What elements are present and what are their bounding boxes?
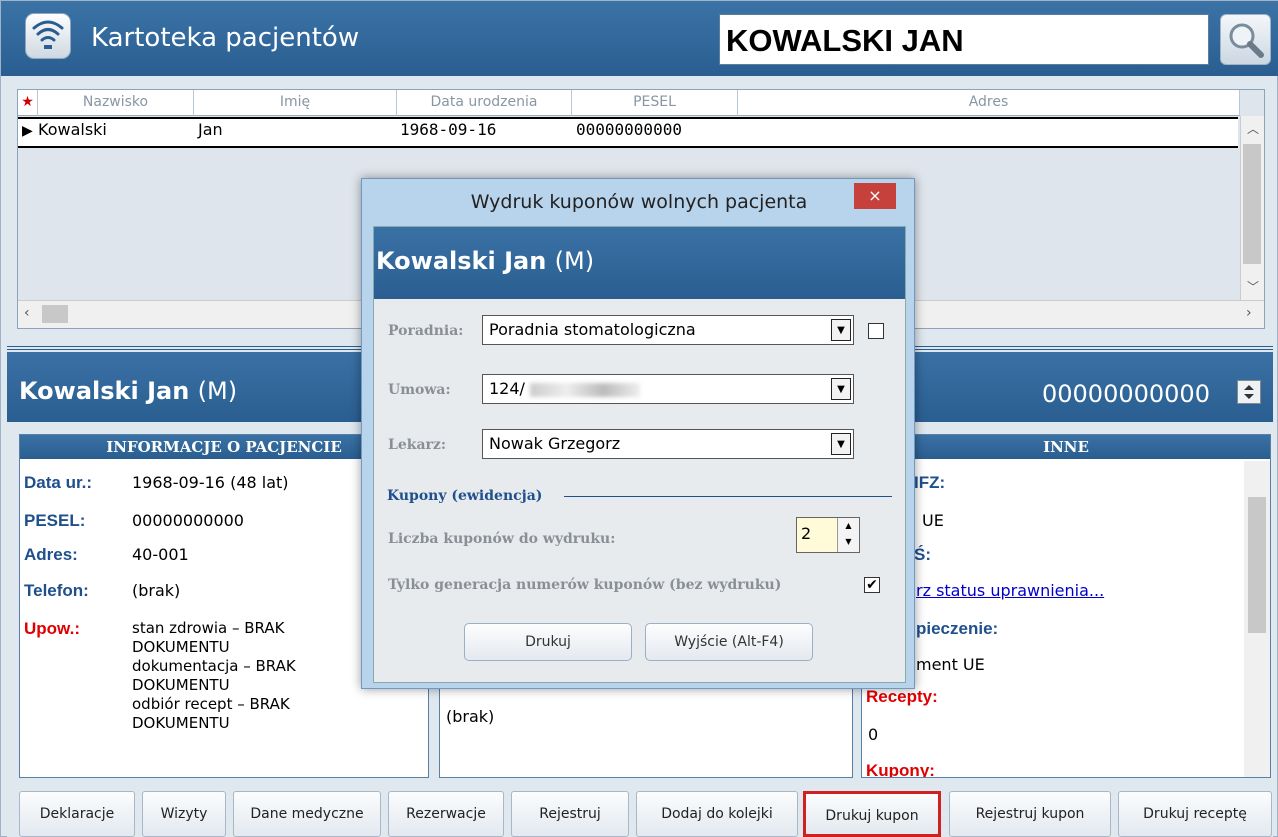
- pesel-toggle-icon[interactable]: [1237, 380, 1261, 404]
- register-button[interactable]: Rejestruj: [511, 791, 629, 837]
- nfz-value: UE: [922, 511, 944, 530]
- other-panel: INNE IFZ: UE Ś: rz status uprawnienia...…: [861, 434, 1271, 778]
- dialog-title: Wydruk kuponów wolnych pacjenta: [470, 191, 808, 213]
- print-prescription-button[interactable]: Drukuj receptę: [1118, 791, 1272, 837]
- stepper-arrows-icon[interactable]: ▲ ▼: [837, 518, 859, 552]
- cell-imie: Jan: [198, 120, 223, 139]
- phone-value: (brak): [132, 581, 181, 600]
- clinic-checkbox[interactable]: [868, 323, 884, 339]
- app-title: Kartoteka pacjentów: [91, 23, 360, 53]
- declarations-button[interactable]: Deklaracje: [19, 791, 135, 837]
- insurance-label: pieczenie:: [916, 619, 999, 638]
- status-link[interactable]: rz status uprawnienia...: [916, 581, 1104, 600]
- address-label: Adres:: [24, 545, 78, 564]
- contract-select[interactable]: 124/ ▼: [482, 374, 854, 404]
- cell-nazwisko: Kowalski: [38, 120, 107, 139]
- panel-header: INNE: [862, 435, 1270, 459]
- chevron-down-icon[interactable]: ▼: [831, 319, 851, 341]
- dialog-body: Kowalski Jan (M) Poradnia: Poradnia stom…: [373, 226, 906, 683]
- table-row[interactable]: ▶ Kowalski Jan 1968-09-16 00000000000: [18, 117, 1238, 148]
- column-header-nazwisko[interactable]: Nazwisko: [38, 90, 194, 116]
- nfz-label: IFZ:: [914, 473, 946, 492]
- column-header-imie[interactable]: Imię: [194, 90, 397, 116]
- wifi-logo-icon: [25, 13, 71, 59]
- search-input[interactable]: KOWALSKI JAN: [719, 14, 1209, 65]
- phone-label: Telefon:: [24, 581, 89, 600]
- dialog-patient-name: Kowalski Jan (M): [376, 247, 595, 275]
- coupons-section-label: Kupony (ewidencja): [387, 488, 543, 504]
- chevron-down-icon[interactable]: ▼: [831, 378, 851, 400]
- cell-data: 1968-09-16: [400, 120, 497, 139]
- row-marker-header: ★: [18, 90, 38, 116]
- contract-label: Umowa:: [388, 382, 451, 398]
- coupon-count-label: Liczba kuponów do wydruku:: [388, 531, 616, 547]
- insurance-value: ment UE: [916, 655, 985, 674]
- visits-button[interactable]: Wizyty: [142, 791, 226, 837]
- scroll-right-icon[interactable]: ›: [1246, 305, 1252, 321]
- coupons-label: Kupony:: [866, 761, 935, 778]
- column-header-pesel[interactable]: PESEL: [572, 90, 738, 116]
- coupon-print-dialog: Wydruk kuponów wolnych pacjenta × Kowals…: [361, 178, 915, 689]
- prescriptions-label: Recepty:: [866, 687, 938, 706]
- generate-only-checkbox[interactable]: ✔: [864, 577, 880, 593]
- pesel-label: PESEL:: [24, 511, 86, 530]
- reservations-button[interactable]: Rezerwacje: [388, 791, 504, 837]
- address-value: 40-001: [132, 545, 189, 564]
- cell-pesel: 00000000000: [576, 120, 682, 139]
- authorization-value: stan zdrowia – BRAK DOKUMENTU dokumentacj…: [132, 619, 296, 732]
- scroll-thumb[interactable]: [1243, 144, 1261, 264]
- vertical-scrollbar[interactable]: ︿ ﹀: [1240, 116, 1264, 300]
- patient-pesel: 00000000000: [1042, 380, 1210, 408]
- blurred-contract-number: [530, 382, 641, 397]
- exit-button[interactable]: Wyjście (Alt-F4): [645, 623, 813, 661]
- generate-only-label: Tylko generacja numerów kuponów (bez wyd…: [388, 577, 782, 593]
- scroll-down-icon[interactable]: ﹀: [1247, 278, 1259, 295]
- authorization-label: Upow.:: [24, 619, 81, 638]
- section-divider: [564, 496, 892, 497]
- close-icon[interactable]: ×: [854, 183, 896, 209]
- doctor-label: Lekarz:: [388, 437, 447, 453]
- search-icon[interactable]: [1220, 14, 1271, 65]
- pesel-value: 00000000000: [132, 511, 244, 530]
- print-button[interactable]: Drukuj: [464, 623, 632, 661]
- scroll-left-icon[interactable]: ‹: [24, 305, 30, 321]
- birthdate-label: Data ur.:: [24, 473, 93, 492]
- column-header-data[interactable]: Data urodzenia: [397, 90, 572, 116]
- middle-value: (brak): [446, 707, 495, 726]
- vertical-scrollbar[interactable]: [1244, 461, 1270, 777]
- register-coupon-button[interactable]: Rejestruj kupon: [949, 791, 1111, 837]
- column-header-adres[interactable]: Adres: [738, 90, 1240, 116]
- chevron-down-icon[interactable]: ▼: [831, 433, 851, 455]
- print-coupon-button[interactable]: Drukuj kupon: [803, 791, 941, 837]
- scroll-up-icon[interactable]: ︿: [1247, 120, 1259, 137]
- main-window: Kartoteka pacjentów KOWALSKI JAN ★ Nazwi…: [0, 0, 1278, 837]
- add-to-queue-button[interactable]: Dodaj do kolejki: [636, 791, 798, 837]
- patient-name: Kowalski Jan (M): [19, 377, 238, 405]
- status-label: Ś:: [914, 545, 931, 564]
- doctor-select[interactable]: Nowak Grzegorz ▼: [482, 429, 854, 459]
- birthdate-value: 1968-09-16 (48 lat): [132, 473, 289, 492]
- clinic-select[interactable]: Poradnia stomatologiczna ▼: [482, 315, 854, 345]
- dialog-header: Kowalski Jan (M): [374, 227, 905, 299]
- coupon-count-stepper[interactable]: 2 ▲ ▼: [796, 517, 860, 553]
- hscroll-thumb[interactable]: [42, 305, 68, 323]
- title-bar: Kartoteka pacjentów KOWALSKI JAN: [1, 1, 1278, 76]
- scroll-thumb[interactable]: [1248, 497, 1266, 633]
- row-pointer-icon: ▶: [22, 123, 33, 139]
- clinic-label: Poradnia:: [388, 323, 464, 339]
- prescriptions-value: 0: [868, 725, 879, 744]
- medical-data-button[interactable]: Dane medyczne: [233, 791, 381, 837]
